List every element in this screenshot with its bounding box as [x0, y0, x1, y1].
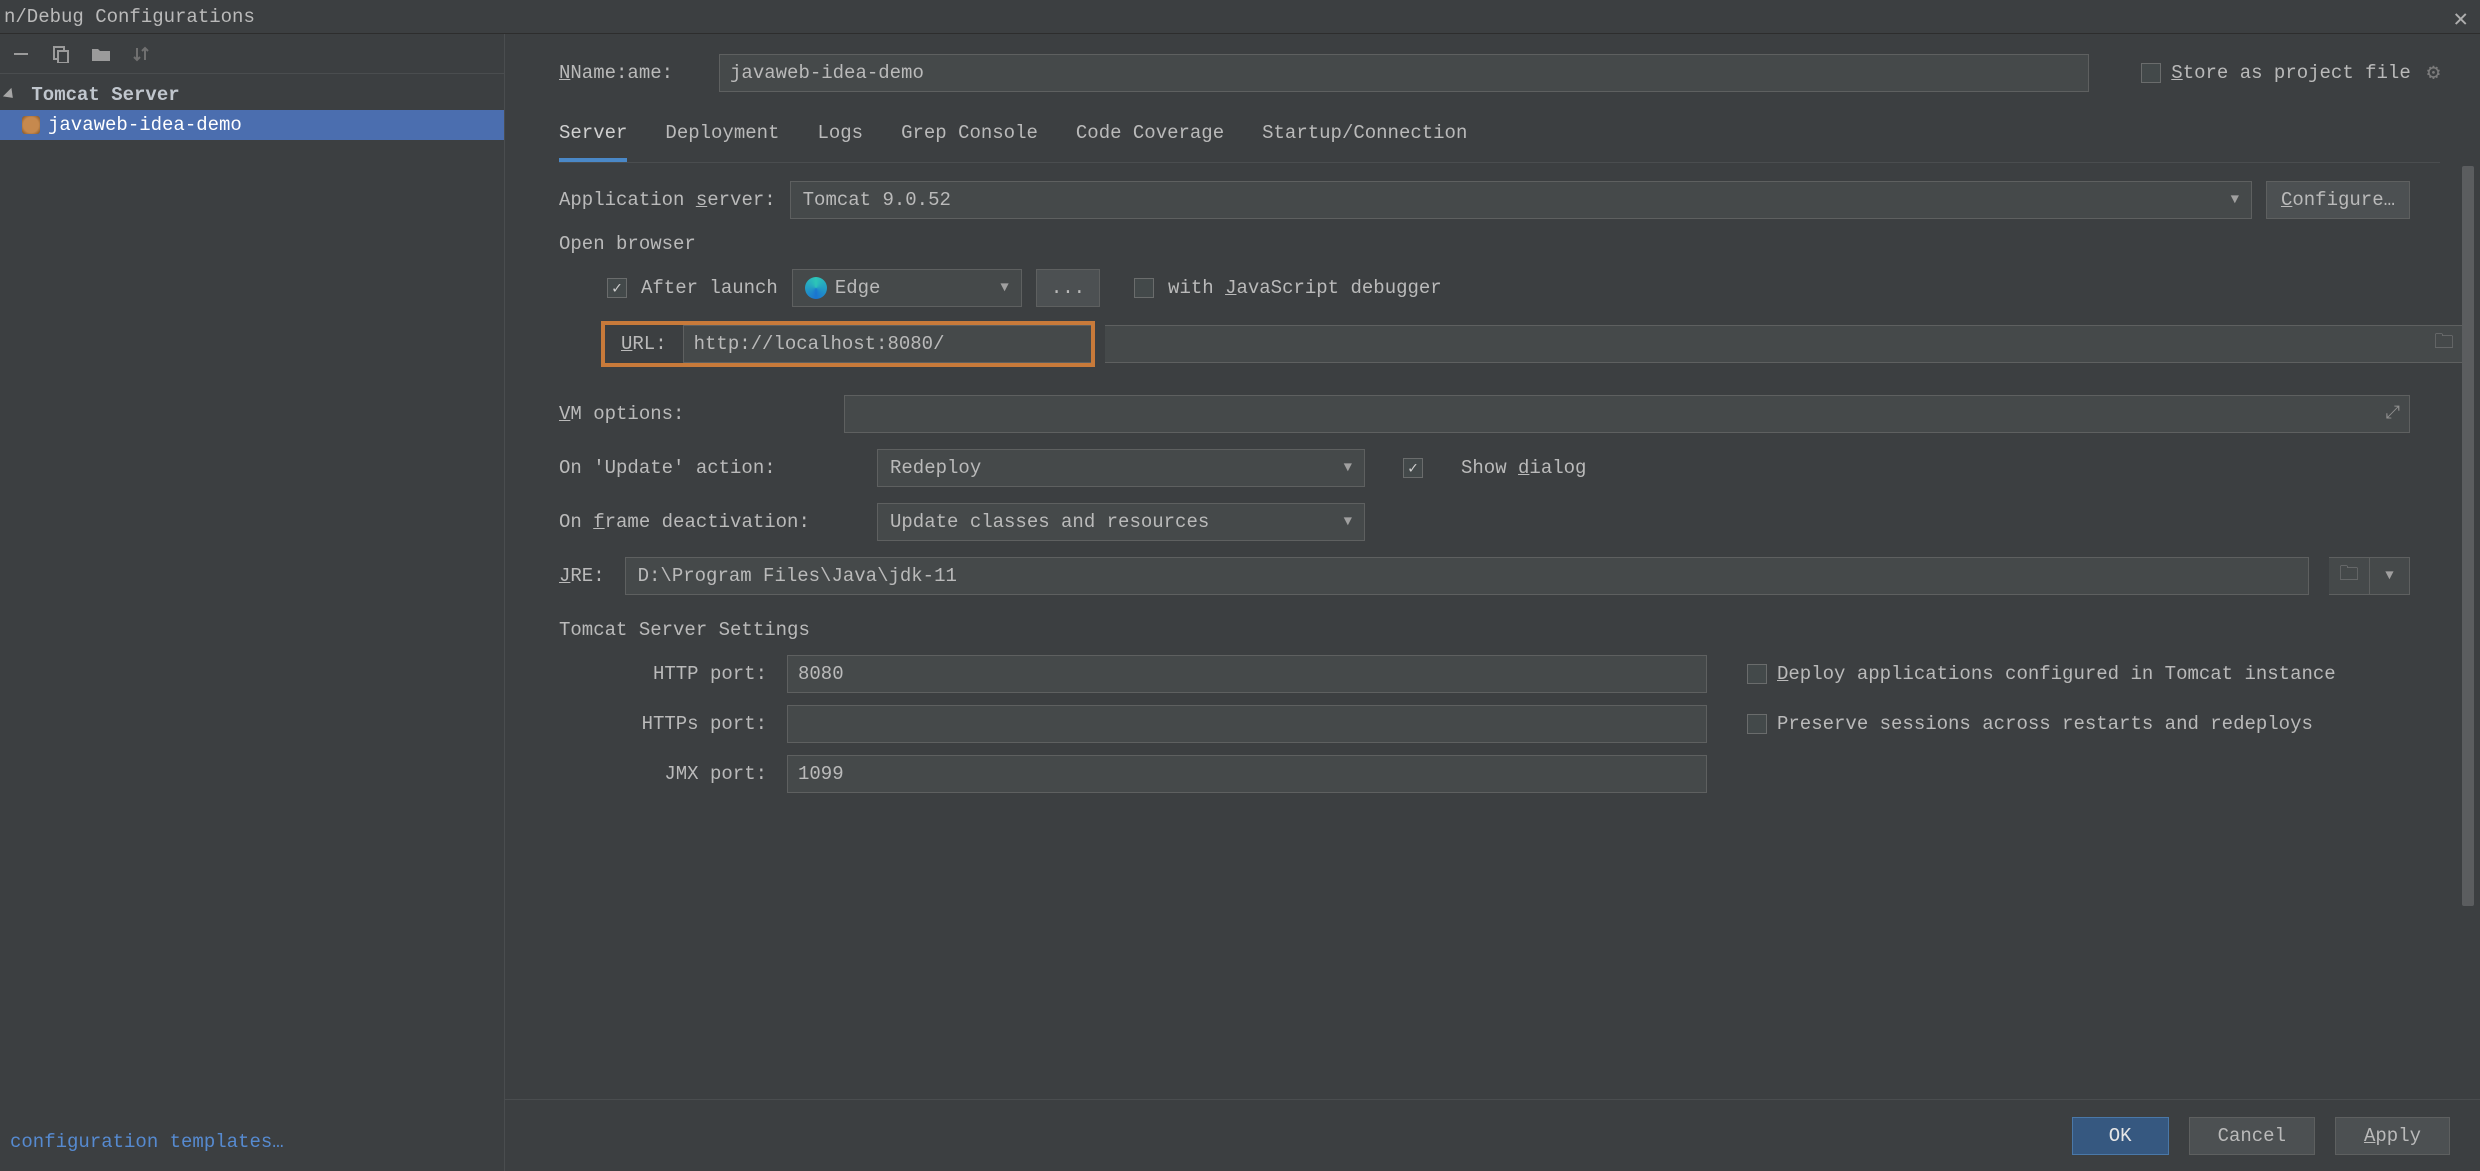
url-input-extension[interactable]: 🗀 — [1105, 325, 2467, 363]
vm-options-label: VM options: — [559, 403, 684, 425]
browser-more-button[interactable]: ... — [1036, 269, 1100, 307]
edit-templates-label: configuration templates… — [10, 1131, 284, 1153]
cancel-button[interactable]: Cancel — [2189, 1117, 2315, 1155]
jre-value: D:\Program Files\Java\jdk-11 — [638, 565, 957, 587]
gear-icon[interactable]: ⚙ — [2427, 60, 2440, 86]
scrollbar-thumb[interactable] — [2462, 166, 2474, 906]
http-port-input[interactable] — [787, 655, 1707, 693]
tree-item-javaweb[interactable]: javaweb-idea-demo — [0, 110, 504, 140]
jre-input[interactable]: D:\Program Files\Java\jdk-11 — [625, 557, 2309, 595]
jre-browse-button[interactable]: 🗀 — [2329, 558, 2369, 594]
sidebar: Tomcat Server javaweb-idea-demo configur… — [0, 34, 505, 1171]
update-action-label: On 'Update' action: — [559, 457, 839, 479]
open-browser-section: Open browser — [559, 233, 2410, 255]
name-row: NName:ame: Store as project file ⚙ — [559, 54, 2440, 92]
apply-button[interactable]: Apply — [2335, 1117, 2450, 1155]
after-launch-label: After launch — [641, 277, 778, 299]
vm-options-input[interactable] — [844, 395, 2410, 433]
url-highlight-box: URL: — [601, 321, 1095, 367]
jre-label: JRE: — [559, 565, 605, 587]
chevron-down-icon: ▼ — [1344, 514, 1352, 530]
deploy-apps-checkbox[interactable] — [1747, 664, 1767, 684]
name-label: NName:ame: — [559, 62, 673, 84]
jmx-port-input[interactable] — [787, 755, 1707, 793]
folder-icon: 🗀 — [2339, 559, 2359, 593]
chevron-down-icon — [3, 88, 17, 102]
close-icon[interactable]: ✕ — [2454, 4, 2468, 34]
browser-select[interactable]: Edge ▼ — [792, 269, 1022, 307]
https-port-label: HTTPs port: — [607, 713, 767, 735]
app-server-select[interactable]: Tomcat 9.0.52 ▼ — [790, 181, 2252, 219]
tab-grep-console[interactable]: Grep Console — [901, 122, 1038, 162]
frame-deact-value: Update classes and resources — [890, 511, 1209, 533]
url-label: URL: — [621, 333, 667, 355]
js-debugger-checkbox[interactable] — [1134, 278, 1154, 298]
deploy-apps-label: Deploy applications configured in Tomcat… — [1777, 663, 2336, 685]
app-server-label: Application server: — [559, 189, 776, 211]
minus-icon[interactable] — [10, 43, 32, 65]
frame-deact-select[interactable]: Update classes and resources ▼ — [877, 503, 1365, 541]
dialog-footer: OK Cancel Apply — [505, 1099, 2480, 1171]
update-action-select[interactable]: Redeploy ▼ — [877, 449, 1365, 487]
titlebar: n/Debug Configurations ✕ — [0, 0, 2480, 34]
url-input[interactable] — [683, 325, 1091, 363]
show-dialog-label: Show dialog — [1461, 457, 1586, 479]
folder-save-icon[interactable] — [90, 43, 112, 65]
jre-dropdown-button[interactable]: ▼ — [2369, 558, 2409, 594]
tomcat-settings-section: Tomcat Server Settings — [559, 619, 2410, 641]
tree-item-label: javaweb-idea-demo — [48, 114, 242, 136]
https-port-input[interactable] — [787, 705, 1707, 743]
store-as-file-label: Store as project file — [2171, 62, 2410, 84]
tab-startup-connection[interactable]: Startup/Connection — [1262, 122, 1467, 162]
app-server-value: Tomcat 9.0.52 — [803, 189, 951, 211]
configure-button[interactable]: Configure… — [2266, 181, 2410, 219]
browser-value: Edge — [835, 277, 881, 299]
preserve-sessions-checkbox[interactable] — [1747, 714, 1767, 734]
config-tree: Tomcat Server javaweb-idea-demo — [0, 74, 504, 1121]
chevron-down-icon: ▼ — [1000, 280, 1008, 296]
tab-code-coverage[interactable]: Code Coverage — [1076, 122, 1224, 162]
update-action-value: Redeploy — [890, 457, 981, 479]
chevron-down-icon: ▼ — [1344, 460, 1352, 476]
preserve-sessions-label: Preserve sessions across restarts and re… — [1777, 713, 2313, 735]
after-launch-checkbox[interactable]: ✓ — [607, 278, 627, 298]
http-port-label: HTTP port: — [607, 663, 767, 685]
edit-templates-link[interactable]: configuration templates… — [0, 1121, 504, 1171]
tab-server[interactable]: Server — [559, 122, 627, 162]
frame-deact-label: On frame deactivation: — [559, 511, 839, 533]
tab-logs[interactable]: Logs — [817, 122, 863, 162]
window-title: n/Debug Configurations — [4, 6, 255, 28]
sidebar-toolbar — [0, 34, 504, 74]
expand-icon[interactable]: ⤢ — [2386, 403, 2400, 424]
store-as-file-checkbox[interactable] — [2141, 63, 2161, 83]
folder-icon[interactable]: 🗀 — [2434, 327, 2454, 361]
content-scrollbar[interactable] — [2462, 164, 2474, 1089]
chevron-down-icon: ▼ — [2385, 568, 2393, 584]
name-input[interactable] — [719, 54, 2089, 92]
tab-deployment[interactable]: Deployment — [665, 122, 779, 162]
ok-button[interactable]: OK — [2072, 1117, 2169, 1155]
tree-root-label: Tomcat Server — [31, 84, 179, 106]
show-dialog-checkbox[interactable]: ✓ — [1403, 458, 1423, 478]
edge-icon — [805, 277, 827, 299]
chevron-down-icon: ▼ — [2231, 192, 2239, 208]
tomcat-icon — [22, 116, 40, 134]
tabs: Server Deployment Logs Grep Console Code… — [559, 122, 2440, 163]
tree-root-tomcat[interactable]: Tomcat Server — [0, 80, 504, 110]
jmx-port-label: JMX port: — [607, 763, 767, 785]
copy-icon[interactable] — [50, 43, 72, 65]
js-debugger-label: with JavaScript debugger — [1168, 277, 1442, 299]
sort-icon[interactable] — [130, 43, 152, 65]
